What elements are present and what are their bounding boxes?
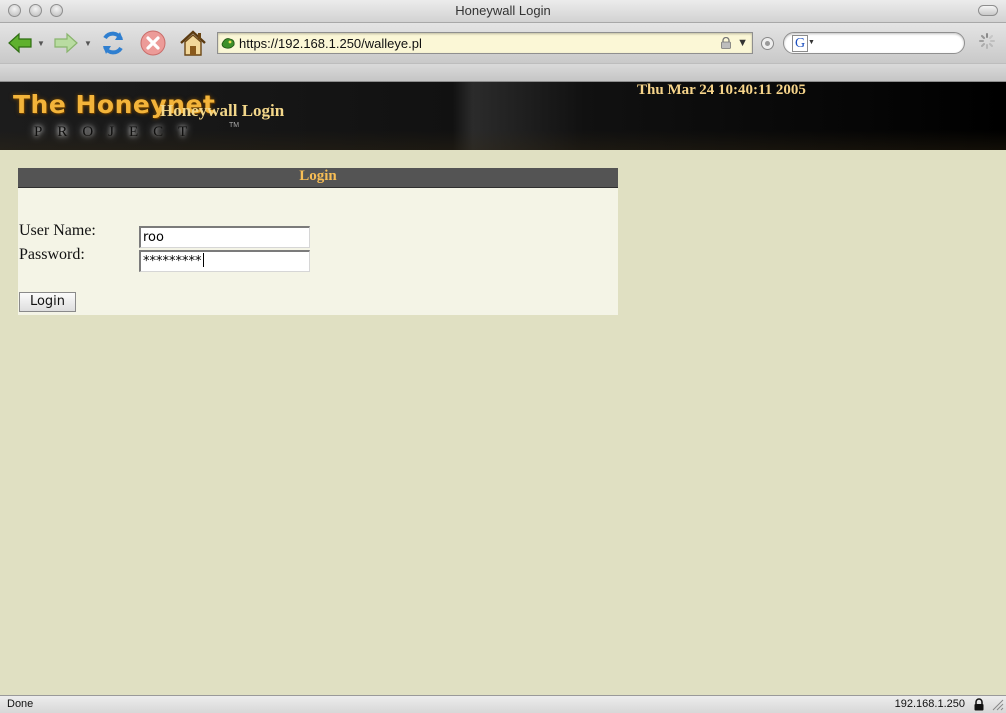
password-input[interactable]: *********: [139, 250, 310, 272]
site-favicon-icon: [221, 38, 235, 49]
status-text: Done: [7, 698, 34, 710]
bookmarks-bar: [0, 63, 1006, 82]
password-value: *********: [143, 254, 202, 269]
status-bar: Done 192.168.1.250: [0, 695, 1006, 713]
trademark-mark: TM: [229, 122, 240, 129]
url-field[interactable]: https://192.168.1.250/walleye.pl ▼: [217, 32, 753, 54]
stop-icon: [140, 30, 166, 56]
url-history-dropdown-icon[interactable]: ▼: [737, 37, 748, 49]
toolbar-toggle-button[interactable]: [978, 5, 998, 16]
window-title: Honeywall Login: [455, 3, 551, 18]
secure-lock-icon[interactable]: [973, 698, 985, 711]
page-header: The Honeynet PROJECT TM Honeywall Login …: [0, 82, 1006, 150]
home-icon: [180, 30, 206, 56]
search-field[interactable]: G ▼: [783, 32, 965, 54]
search-engine-dropdown-icon[interactable]: ▼: [808, 39, 815, 46]
forward-button[interactable]: [52, 29, 80, 57]
home-button[interactable]: [179, 29, 207, 57]
resize-grip-icon[interactable]: [992, 699, 1004, 711]
search-engine-icon[interactable]: G: [792, 35, 808, 52]
loading-spinner-icon: [979, 33, 995, 49]
forward-history-dropdown-icon[interactable]: ▼: [84, 39, 92, 48]
username-value: roo: [143, 230, 164, 245]
server-datetime: Thu Mar 24 10:40:11 2005: [637, 82, 806, 98]
padlock-icon: [721, 37, 731, 49]
login-panel-header: Login: [18, 168, 618, 188]
status-host: 192.168.1.250: [894, 698, 965, 710]
login-panel-title: Login: [299, 168, 337, 184]
username-input[interactable]: roo: [139, 226, 310, 248]
back-button[interactable]: [6, 29, 34, 57]
page-viewport: The Honeynet PROJECT TM Honeywall Login …: [0, 82, 1006, 695]
browser-toolbar: ▼ ▼ https://192.168.1.250/walleye.pl ▼ G…: [0, 23, 1006, 63]
url-text: https://192.168.1.250/walleye.pl: [239, 36, 422, 51]
back-history-dropdown-icon[interactable]: ▼: [37, 39, 45, 48]
window-titlebar: Honeywall Login: [0, 0, 1006, 23]
login-button[interactable]: Login: [19, 292, 76, 312]
go-icon[interactable]: [761, 37, 774, 50]
reload-icon: [103, 31, 123, 55]
text-caret: [202, 253, 204, 267]
username-label: User Name:: [19, 222, 96, 239]
forward-icon: [54, 32, 78, 54]
password-label: Password:: [19, 246, 85, 263]
page-title: Honeywall Login: [160, 101, 285, 120]
stop-button[interactable]: [139, 29, 167, 57]
honeynet-logo-subtitle: PROJECT: [34, 124, 203, 140]
reload-button[interactable]: [99, 29, 127, 57]
login-panel: Login User Name: roo Password: *********…: [18, 168, 618, 315]
back-icon: [8, 32, 32, 54]
